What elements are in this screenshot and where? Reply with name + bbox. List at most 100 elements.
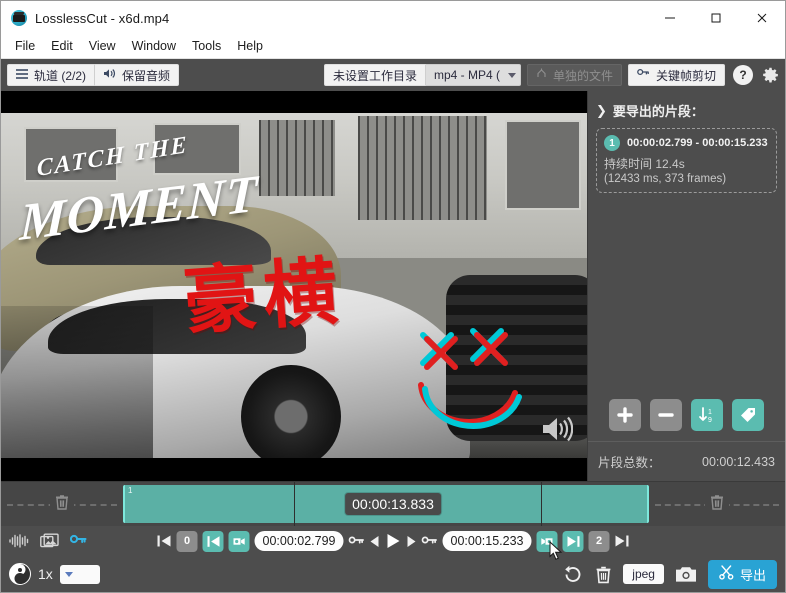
- capture-format-button[interactable]: jpeg: [623, 564, 664, 584]
- playback-bar: 0 00:00:02.799 00:00:15.233 2: [1, 526, 785, 556]
- jump-to-end-icon[interactable]: [615, 534, 630, 548]
- segment-index-right[interactable]: 2: [588, 530, 610, 552]
- segment-duration: 持续时间 12.4s: [604, 157, 685, 171]
- playback-speed-group: 1x: [9, 563, 100, 585]
- timeline-track[interactable]: 1 00:00:13.833: [1, 482, 785, 526]
- video-image: CATCH THE MOMENT 豪横: [1, 113, 587, 458]
- key-icon: [637, 68, 650, 82]
- timeline-playhead[interactable]: [541, 482, 542, 526]
- play-icon[interactable]: [386, 533, 401, 549]
- transport-controls: 0 00:00:02.799 00:00:15.233 2: [157, 530, 630, 552]
- camera-icon[interactable]: [675, 565, 697, 583]
- shadow-left: [1, 306, 154, 458]
- tracks-label: 轨道 (2/2): [34, 68, 87, 83]
- segments-total-label: 片段总数：: [598, 456, 661, 470]
- export-button[interactable]: 导出: [707, 559, 777, 589]
- trash-icon[interactable]: [50, 493, 74, 515]
- working-directory-button[interactable]: 未设置工作目录: [323, 64, 426, 86]
- doodle-face-overlay: [418, 327, 523, 429]
- segment-header: 1 00:00:02.799 - 00:00:15.233: [604, 135, 769, 151]
- merge-mode-button[interactable]: 单独的文件: [526, 64, 622, 86]
- sort-segments-button[interactable]: 1 9: [691, 399, 723, 431]
- playback-speed-select[interactable]: [59, 564, 100, 584]
- set-cut-end-icon[interactable]: [562, 530, 584, 552]
- keep-audio-label: 保留音频: [122, 68, 171, 83]
- window-bars: [258, 119, 335, 196]
- working-directory-label: 未设置工作目录: [332, 68, 417, 83]
- timeline-gap-left[interactable]: [1, 482, 123, 526]
- hamburger-icon: [16, 68, 28, 82]
- menu-item-file[interactable]: File: [7, 37, 43, 56]
- chevron-right-icon: ❯: [596, 102, 607, 118]
- window-controls: [647, 1, 785, 35]
- rotate-icon[interactable]: [562, 564, 584, 584]
- cut-end-marker-icon[interactable]: [536, 530, 558, 552]
- segment-item[interactable]: 1 00:00:02.799 - 00:00:15.233 持续时间 12.4s…: [596, 128, 777, 193]
- segments-panel-title: 要导出的片段：: [612, 104, 704, 119]
- window-title: LosslessCut - x6d.mp4: [35, 10, 170, 26]
- segment-frames: (12433 ms, 373 frames): [604, 173, 727, 185]
- timeline-cut-marker: [294, 482, 295, 526]
- output-format-select[interactable]: mp4 - MP4 (: [425, 64, 521, 86]
- trash-icon[interactable]: [595, 565, 612, 584]
- segment-index-left[interactable]: 0: [176, 530, 198, 552]
- yang-dot: [18, 576, 22, 581]
- yin-yang-icon[interactable]: [9, 563, 31, 585]
- help-button[interactable]: ?: [733, 65, 753, 85]
- trash-icon[interactable]: [705, 493, 729, 515]
- menu-item-view[interactable]: View: [81, 37, 124, 56]
- cut-start-time-field[interactable]: 00:00:02.799: [254, 531, 344, 551]
- key-icon[interactable]: [421, 535, 438, 547]
- gear-icon[interactable]: [762, 67, 779, 84]
- thumbnails-icon[interactable]: [40, 533, 59, 549]
- minimize-button[interactable]: [647, 1, 693, 35]
- add-segment-button[interactable]: [609, 399, 641, 431]
- segment-actions: 1 9: [588, 391, 785, 441]
- key-icon[interactable]: [348, 535, 365, 547]
- previous-frame-icon[interactable]: [370, 535, 381, 548]
- set-cut-start-icon[interactable]: [202, 530, 224, 552]
- jump-to-start-icon[interactable]: [157, 534, 172, 548]
- video-player[interactable]: CATCH THE MOMENT 豪横: [1, 91, 587, 481]
- label-segment-button[interactable]: [732, 399, 764, 431]
- toolbar-left-group: 轨道 (2/2) 保留音频: [7, 64, 180, 86]
- keyframe-cut-label: 关键帧剪切: [655, 68, 716, 83]
- timeline-current-time: 00:00:13.833: [345, 493, 441, 515]
- lossless-cut-window: LosslessCut - x6d.mp4 File Edit View Win…: [0, 0, 786, 593]
- title-bar: LosslessCut - x6d.mp4: [1, 1, 785, 35]
- keep-audio-button[interactable]: 保留音频: [95, 64, 180, 86]
- merge-mode-label: 单独的文件: [552, 68, 613, 83]
- timeline-segment-number: 1: [128, 486, 133, 495]
- menu-item-tools[interactable]: Tools: [184, 37, 229, 56]
- svg-text:1: 1: [708, 409, 712, 416]
- remove-segment-button[interactable]: [650, 399, 682, 431]
- film-camera-icon: [11, 10, 27, 26]
- action-bar: 1x jpeg 导出: [1, 556, 785, 592]
- cut-start-marker-icon[interactable]: [228, 530, 250, 552]
- tracks-button[interactable]: 轨道 (2/2): [7, 64, 96, 86]
- close-button[interactable]: [739, 1, 785, 35]
- segment-number-badge: 1: [604, 135, 620, 151]
- cut-end-time-field[interactable]: 00:00:15.233: [442, 531, 532, 551]
- next-frame-icon[interactable]: [406, 535, 417, 548]
- menu-item-window[interactable]: Window: [124, 37, 184, 56]
- menu-item-help[interactable]: Help: [229, 37, 271, 56]
- segments-list: 1 00:00:02.799 - 00:00:15.233 持续时间 12.4s…: [588, 128, 785, 391]
- wheel: [241, 364, 341, 458]
- scissors-icon: [719, 565, 734, 583]
- window-pane: [504, 119, 582, 210]
- toolbar: 轨道 (2/2) 保留音频 未设置工作目录 mp4 - MP4 (单独的文件 …: [1, 59, 785, 91]
- menu-bar: File Edit View Window Tools Help: [1, 35, 785, 59]
- overlay-text-chinese: 豪横: [180, 248, 346, 346]
- menu-item-edit[interactable]: Edit: [43, 37, 81, 56]
- timeline[interactable]: 1 00:00:13.833: [1, 481, 785, 526]
- segments-panel-header[interactable]: ❯ 要导出的片段：: [588, 91, 785, 128]
- maximize-button[interactable]: [693, 1, 739, 35]
- volume-on-icon[interactable]: [541, 415, 574, 448]
- key-icon[interactable]: [70, 534, 87, 548]
- segments-total-value: 00:00:12.433: [702, 454, 775, 469]
- keyframe-cut-button[interactable]: 关键帧剪切: [627, 64, 725, 86]
- export-label: 导出: [739, 567, 766, 583]
- timeline-gap-right[interactable]: [649, 482, 785, 526]
- waveform-icon[interactable]: [9, 534, 29, 548]
